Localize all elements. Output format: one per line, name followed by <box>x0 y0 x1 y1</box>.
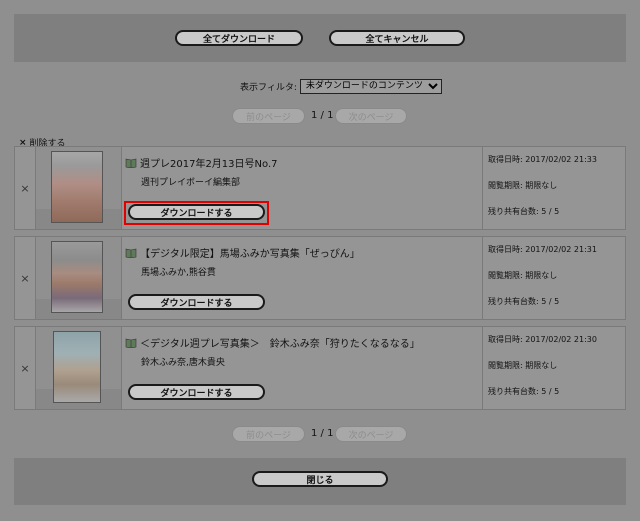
download-all-button[interactable]: 全てダウンロード <box>175 30 303 46</box>
item-title-text: 週プレ2017年2月13日号No.7 <box>140 159 278 170</box>
close-button[interactable]: 閉じる <box>252 471 388 487</box>
cover-image[interactable] <box>53 331 101 403</box>
list-item: × 【デジタル限定】馬場ふみか写真集「ぜっぴん」 馬場ふみか,熊谷貫 取得日時:… <box>14 236 626 320</box>
prev-page-button[interactable]: 前のページ <box>232 426 305 442</box>
item-title[interactable]: 【デジタル限定】馬場ふみか写真集「ぜっぴん」 <box>125 245 475 260</box>
item-author: 鈴木ふみ奈,唐木貴央 <box>141 358 225 368</box>
bulk-action-bar <box>14 14 626 62</box>
thumbnail-cell <box>36 237 122 319</box>
next-page-button[interactable]: 次のページ <box>335 108 407 124</box>
item-author: 週刊プレイボーイ編集部 <box>141 178 241 188</box>
pager-bottom: 前のページ 1 / 1 次のページ <box>0 426 640 442</box>
prev-page-button[interactable]: 前のページ <box>232 108 305 124</box>
list-item: × ＜デジタル週プレ写真集＞ 鈴木ふみ奈「狩りたくなるなる」 鈴木ふみ奈,唐木貴… <box>14 326 626 410</box>
download-button[interactable]: ダウンロードする <box>128 294 265 310</box>
page-counter: 1 / 1 <box>311 428 334 439</box>
cover-image[interactable] <box>51 241 103 313</box>
item-meta: 取得日時: 2017/02/02 21:30 閲覧期限: 期限なし 残り共有台数… <box>482 327 627 409</box>
list-item: × 週プレ2017年2月13日号No.7 週刊プレイボーイ編集部 取得日時: 2… <box>14 146 626 230</box>
cover-image[interactable] <box>51 151 103 223</box>
delete-item-button[interactable]: × <box>15 237 36 319</box>
viewing-expiry: 閲覧期限: 期限なし <box>488 271 558 280</box>
close-icon: × <box>20 361 30 375</box>
acquired-date: 取得日時: 2017/02/02 21:33 <box>488 155 597 164</box>
page-counter: 1 / 1 <box>311 110 334 121</box>
shared-devices-remaining: 残り共有台数: 5 / 5 <box>488 387 560 396</box>
delete-item-button[interactable]: × <box>15 147 36 229</box>
item-title-text: 【デジタル限定】馬場ふみか写真集「ぜっぴん」 <box>140 249 360 260</box>
acquired-date: 取得日時: 2017/02/02 21:31 <box>488 245 597 254</box>
book-icon <box>125 158 137 168</box>
acquired-date: 取得日時: 2017/02/02 21:30 <box>488 335 597 344</box>
filter-label: 表示フィルタ: <box>240 82 297 93</box>
shared-devices-remaining: 残り共有台数: 5 / 5 <box>488 297 560 306</box>
pager-top: 前のページ 1 / 1 次のページ <box>0 108 640 124</box>
thumbnail-cell <box>36 327 122 409</box>
close-icon: × <box>20 271 30 285</box>
display-filter: 表示フィルタ: 未ダウンロードのコンテンツ <box>240 78 442 94</box>
viewing-expiry: 閲覧期限: 期限なし <box>488 181 558 190</box>
delete-item-button[interactable]: × <box>15 327 36 409</box>
shared-devices-remaining: 残り共有台数: 5 / 5 <box>488 207 560 216</box>
item-meta: 取得日時: 2017/02/02 21:33 閲覧期限: 期限なし 残り共有台数… <box>482 147 627 229</box>
book-icon <box>125 338 137 348</box>
viewing-expiry: 閲覧期限: 期限なし <box>488 361 558 370</box>
item-info: 週プレ2017年2月13日号No.7 週刊プレイボーイ編集部 <box>125 155 475 188</box>
item-title[interactable]: 週プレ2017年2月13日号No.7 <box>125 155 475 170</box>
item-author: 馬場ふみか,熊谷貫 <box>141 268 216 278</box>
thumbnail-cell <box>36 147 122 229</box>
item-title-text: ＜デジタル週プレ写真集＞ 鈴木ふみ奈「狩りたくなるなる」 <box>140 339 420 350</box>
cancel-all-button[interactable]: 全てキャンセル <box>329 30 465 46</box>
download-button[interactable]: ダウンロードする <box>128 384 265 400</box>
next-page-button[interactable]: 次のページ <box>335 426 407 442</box>
close-icon: × <box>20 181 30 195</box>
download-button[interactable]: ダウンロードする <box>128 204 265 220</box>
item-info: ＜デジタル週プレ写真集＞ 鈴木ふみ奈「狩りたくなるなる」 鈴木ふみ奈,唐木貴央 <box>125 335 475 368</box>
item-meta: 取得日時: 2017/02/02 21:31 閲覧期限: 期限なし 残り共有台数… <box>482 237 627 319</box>
filter-select[interactable]: 未ダウンロードのコンテンツ <box>299 78 442 94</box>
item-title[interactable]: ＜デジタル週プレ写真集＞ 鈴木ふみ奈「狩りたくなるなる」 <box>125 335 475 350</box>
item-info: 【デジタル限定】馬場ふみか写真集「ぜっぴん」 馬場ふみか,熊谷貫 <box>125 245 475 278</box>
book-icon <box>125 248 137 258</box>
